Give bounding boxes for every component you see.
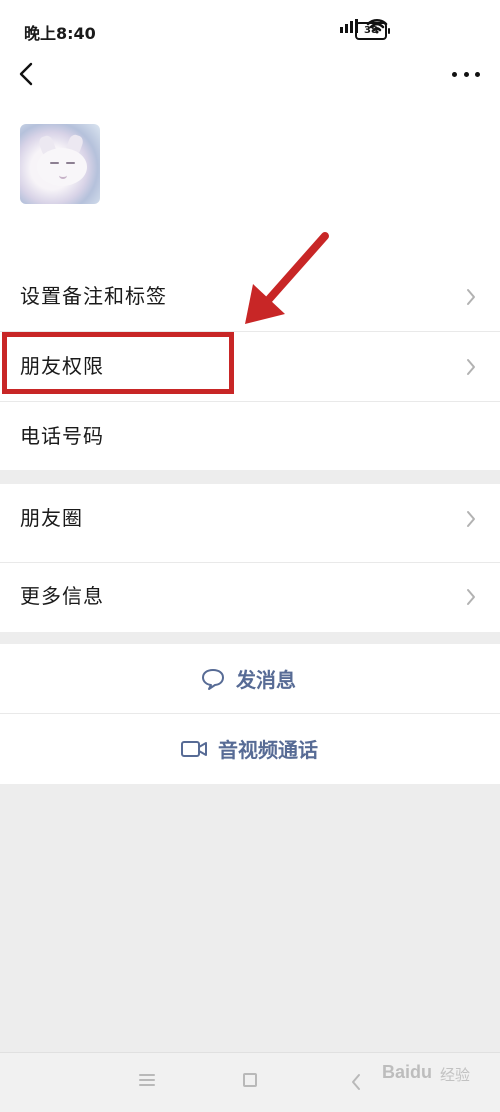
chevron-right-icon (467, 511, 475, 527)
menu-item-phone-number[interactable]: 电话号码 (0, 402, 500, 472)
chevron-right-icon (467, 289, 475, 305)
more-icon[interactable] (452, 66, 480, 82)
back-icon[interactable] (350, 1073, 362, 1091)
send-message-button[interactable]: 发消息 (0, 644, 500, 714)
watermark-suffix: 经验 (440, 1066, 471, 1084)
video-call-content: 音视频通话 (180, 734, 318, 763)
send-message-label: 发消息 (236, 668, 296, 692)
menu-icon[interactable] (138, 1073, 156, 1087)
highlight-box (2, 332, 234, 394)
video-call-label: 音视频通话 (218, 738, 318, 762)
chevron-right-icon (467, 589, 475, 605)
chat-bubble-icon (202, 668, 224, 690)
battery-icon: 38 (355, 22, 390, 40)
menu-item-label: 更多信息 (20, 584, 104, 608)
chevron-right-icon (467, 359, 475, 375)
menu-item-moments[interactable]: 朋友圈 (0, 484, 500, 554)
send-message-content: 发消息 (200, 664, 296, 693)
video-call-button[interactable]: 音视频通话 (0, 714, 500, 784)
menu-item-label: 朋友圈 (20, 506, 83, 530)
menu-item-label: 电话号码 (20, 424, 104, 448)
avatar[interactable] (20, 124, 100, 204)
menu-item-more-info[interactable]: 更多信息 (0, 562, 500, 632)
watermark-brand: Baidu (382, 1062, 433, 1082)
home-icon[interactable] (243, 1073, 257, 1087)
arrow-annotation (245, 232, 329, 324)
status-time: 晚上8:40 (24, 24, 96, 43)
back-icon[interactable] (14, 60, 38, 88)
video-camera-icon (181, 740, 207, 757)
status-bar: 晚上8:40 38 (0, 0, 500, 60)
menu-item-label: 设置备注和标签 (20, 284, 167, 308)
menu-group-secondary: 朋友圈 更多信息 (0, 484, 500, 632)
